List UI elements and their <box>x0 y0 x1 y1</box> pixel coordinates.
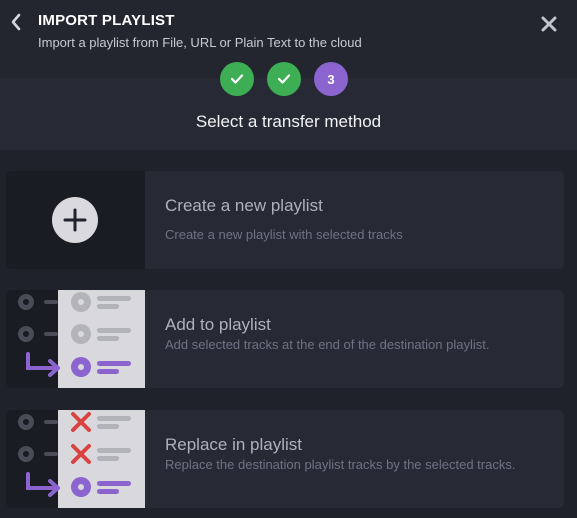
option-label: Create a new playlist <box>165 196 323 215</box>
option-label: Replace in playlist <box>165 435 303 454</box>
option-description: Add selected tracks at the end of the de… <box>165 337 490 352</box>
replace-playlist-illustration <box>18 410 145 508</box>
dialog-title: IMPORT PLAYLIST <box>38 12 175 29</box>
option-add-to-playlist[interactable]: Add to playlist Add selected tracks at t… <box>6 290 564 388</box>
option-label: Add to playlist <box>165 315 271 334</box>
option-thumbnail <box>6 410 145 508</box>
back-button[interactable] <box>8 10 24 34</box>
checkmark-icon <box>277 74 291 84</box>
section-title: Select a transfer method <box>195 112 382 131</box>
close-button[interactable] <box>539 14 559 34</box>
checkmark-icon <box>230 74 244 84</box>
option-replace-in-playlist[interactable]: Replace in playlist Replace the destinat… <box>6 410 564 508</box>
dialog-subtitle: Import a playlist from File, URL or Plai… <box>38 35 362 50</box>
step-2-done <box>267 62 301 96</box>
option-description: Create a new playlist with selected trac… <box>165 227 403 242</box>
step-1-done <box>220 62 254 96</box>
option-description: Replace the destination playlist tracks … <box>165 457 516 472</box>
option-create-new-playlist[interactable]: Create a new playlist Create a new playl… <box>6 171 564 269</box>
option-thumbnail <box>6 290 145 388</box>
chevron-left-icon <box>11 13 21 31</box>
close-icon <box>541 16 557 32</box>
step-3-active: 3 <box>314 62 348 96</box>
add-to-playlist-illustration <box>18 290 145 388</box>
option-thumbnail <box>6 171 145 269</box>
plus-icon <box>52 197 98 243</box>
